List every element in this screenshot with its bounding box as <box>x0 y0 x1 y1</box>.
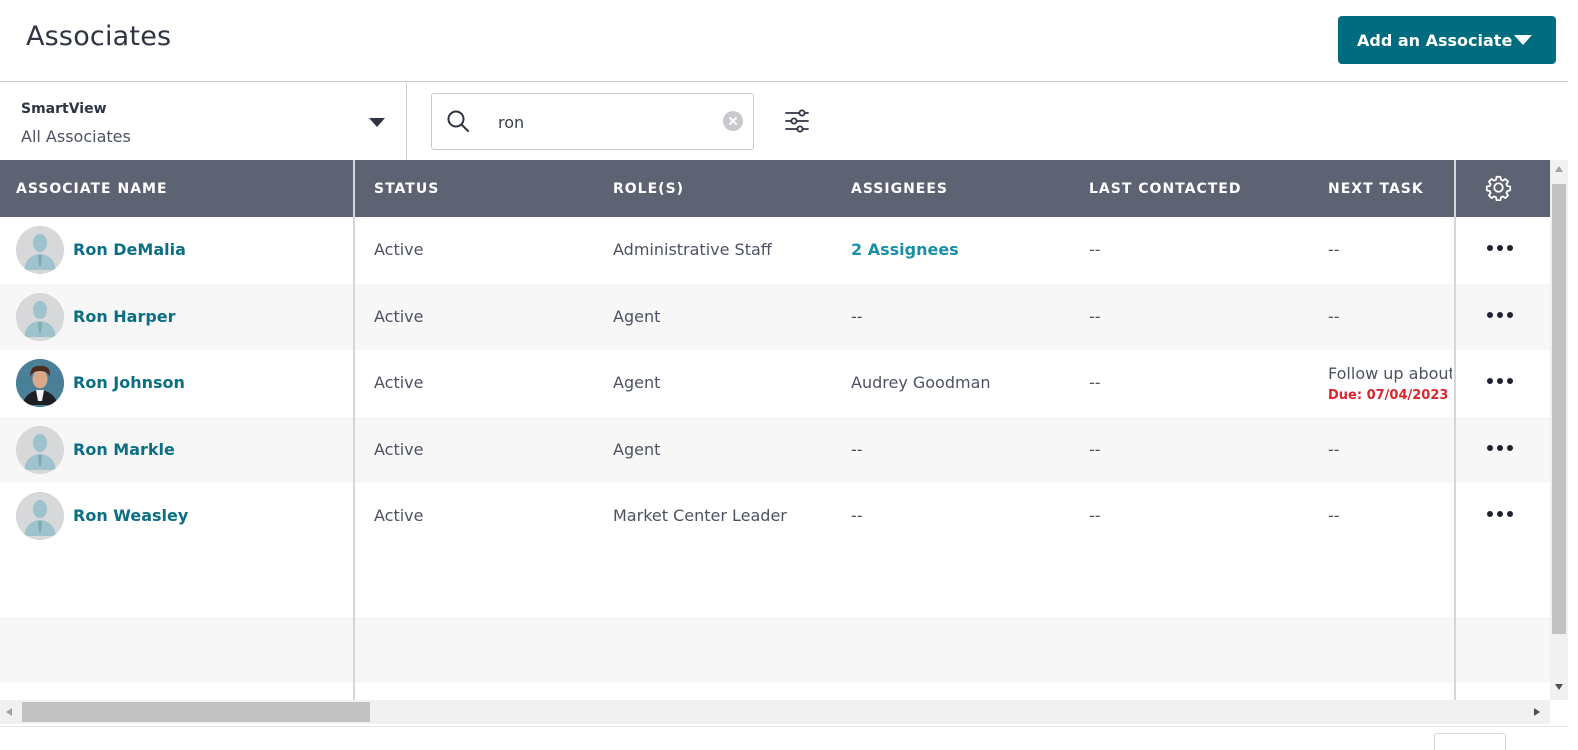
column-header-last-contacted[interactable]: LAST CONTACTED <box>1089 181 1241 197</box>
status-cell: Active <box>374 307 424 326</box>
associate-name-link[interactable]: Ron Johnson <box>73 373 185 392</box>
frozen-column-divider <box>353 160 355 700</box>
smartview-dropdown[interactable]: SmartView All Associates <box>0 83 407 160</box>
column-header-next-task[interactable]: NEXT TASK <box>1328 181 1424 197</box>
caret-down-icon <box>1514 35 1532 45</box>
role-cell: Agent <box>613 307 661 326</box>
more-icon[interactable] <box>1485 371 1515 391</box>
next-task-cell: -- <box>1328 506 1340 525</box>
role-cell: Agent <box>613 440 661 459</box>
table-row: Ron Markle Active Agent -- -- -- <box>0 417 1550 483</box>
more-icon[interactable] <box>1485 305 1515 325</box>
last-contacted-cell: -- <box>1089 440 1101 459</box>
page-header: Associates Add an Associate <box>0 0 1568 82</box>
last-contacted-cell: -- <box>1089 240 1101 259</box>
column-header-name[interactable]: ASSOCIATE NAME <box>16 181 168 197</box>
status-cell: Active <box>374 373 424 392</box>
toolbar: SmartView All Associates <box>0 83 1568 160</box>
role-cell: Agent <box>613 373 661 392</box>
search-box <box>431 93 754 150</box>
associates-page: Associates Add an Associate SmartView Al… <box>0 0 1568 750</box>
last-contacted-cell: -- <box>1089 373 1101 392</box>
column-header-roles[interactable]: ROLE(S) <box>613 181 684 197</box>
status-cell: Active <box>374 440 424 459</box>
add-associate-label: Add an Associate <box>1357 30 1513 50</box>
avatar-placeholder-icon <box>16 293 64 341</box>
filter-sliders-icon[interactable] <box>784 108 810 134</box>
column-header-status[interactable]: STATUS <box>374 181 439 197</box>
assignees-cell: -- <box>851 506 863 525</box>
gear-icon[interactable] <box>1485 174 1512 201</box>
last-contacted-cell: -- <box>1089 307 1101 326</box>
horizontal-scroll-thumb[interactable] <box>22 702 370 722</box>
avatar-placeholder-icon <box>16 426 64 474</box>
pagination-control[interactable] <box>1434 733 1506 750</box>
more-icon[interactable] <box>1485 504 1515 524</box>
table-row: Ron Harper Active Agent -- -- -- <box>0 284 1550 350</box>
scroll-left-arrow-icon[interactable] <box>6 708 12 716</box>
column-header-assignees[interactable]: ASSIGNEES <box>851 181 948 197</box>
table-header: ASSOCIATE NAME STATUS ROLE(S) ASSIGNEES … <box>0 160 1550 217</box>
last-contacted-cell: -- <box>1089 506 1101 525</box>
avatar-placeholder-icon <box>16 492 64 540</box>
empty-row <box>0 550 1550 616</box>
avatar-placeholder-icon <box>16 226 64 274</box>
scroll-up-arrow-icon[interactable] <box>1555 166 1563 172</box>
search-icon <box>447 110 469 132</box>
avatar-photo <box>16 359 64 407</box>
role-cell: Market Center Leader <box>613 506 787 525</box>
table-row: Ron Johnson Active Agent Audrey Goodman … <box>0 350 1550 416</box>
status-cell: Active <box>374 240 424 259</box>
associate-name-link[interactable]: Ron Markle <box>73 440 175 459</box>
status-cell: Active <box>374 506 424 525</box>
caret-down-icon <box>369 118 385 127</box>
clear-icon[interactable] <box>723 111 743 131</box>
table-row: Ron Weasley Active Market Center Leader … <box>0 483 1550 549</box>
more-icon[interactable] <box>1485 238 1515 258</box>
assignees-cell: Audrey Goodman <box>851 373 991 392</box>
due-date: Due: 07/04/2023 <box>1328 388 1449 403</box>
scroll-down-arrow-icon[interactable] <box>1555 684 1563 690</box>
add-associate-button[interactable]: Add an Associate <box>1338 16 1556 64</box>
next-task-cell: -- <box>1328 440 1340 459</box>
actions-column-divider <box>1454 160 1456 700</box>
vertical-scrollbar[interactable] <box>1550 160 1568 700</box>
scroll-right-arrow-icon[interactable] <box>1534 708 1540 716</box>
associate-name-link[interactable]: Ron Weasley <box>73 506 188 525</box>
role-cell: Administrative Staff <box>613 240 772 259</box>
table-row: Ron DeMalia Active Administrative Staff … <box>0 217 1550 283</box>
associate-name-link[interactable]: Ron DeMalia <box>73 240 186 259</box>
assignees-cell: -- <box>851 440 863 459</box>
assignees-cell: -- <box>851 307 863 326</box>
page-title: Associates <box>26 21 172 52</box>
more-icon[interactable] <box>1485 438 1515 458</box>
search-input[interactable] <box>498 110 698 134</box>
assignees-link[interactable]: 2 Assignees <box>851 240 959 259</box>
next-task-cell: -- <box>1328 307 1340 326</box>
associate-name-link[interactable]: Ron Harper <box>73 307 176 326</box>
smartview-value: All Associates <box>21 127 131 146</box>
vertical-scroll-thumb[interactable] <box>1552 184 1566 634</box>
next-task-cell: -- <box>1328 240 1340 259</box>
next-task-cell[interactable]: Follow up about <box>1328 364 1452 383</box>
associates-table: ASSOCIATE NAME STATUS ROLE(S) ASSIGNEES … <box>0 160 1550 700</box>
smartview-label: SmartView <box>21 101 107 117</box>
footer-divider <box>0 726 1568 727</box>
horizontal-scrollbar[interactable] <box>0 700 1550 724</box>
empty-row <box>0 617 1550 683</box>
